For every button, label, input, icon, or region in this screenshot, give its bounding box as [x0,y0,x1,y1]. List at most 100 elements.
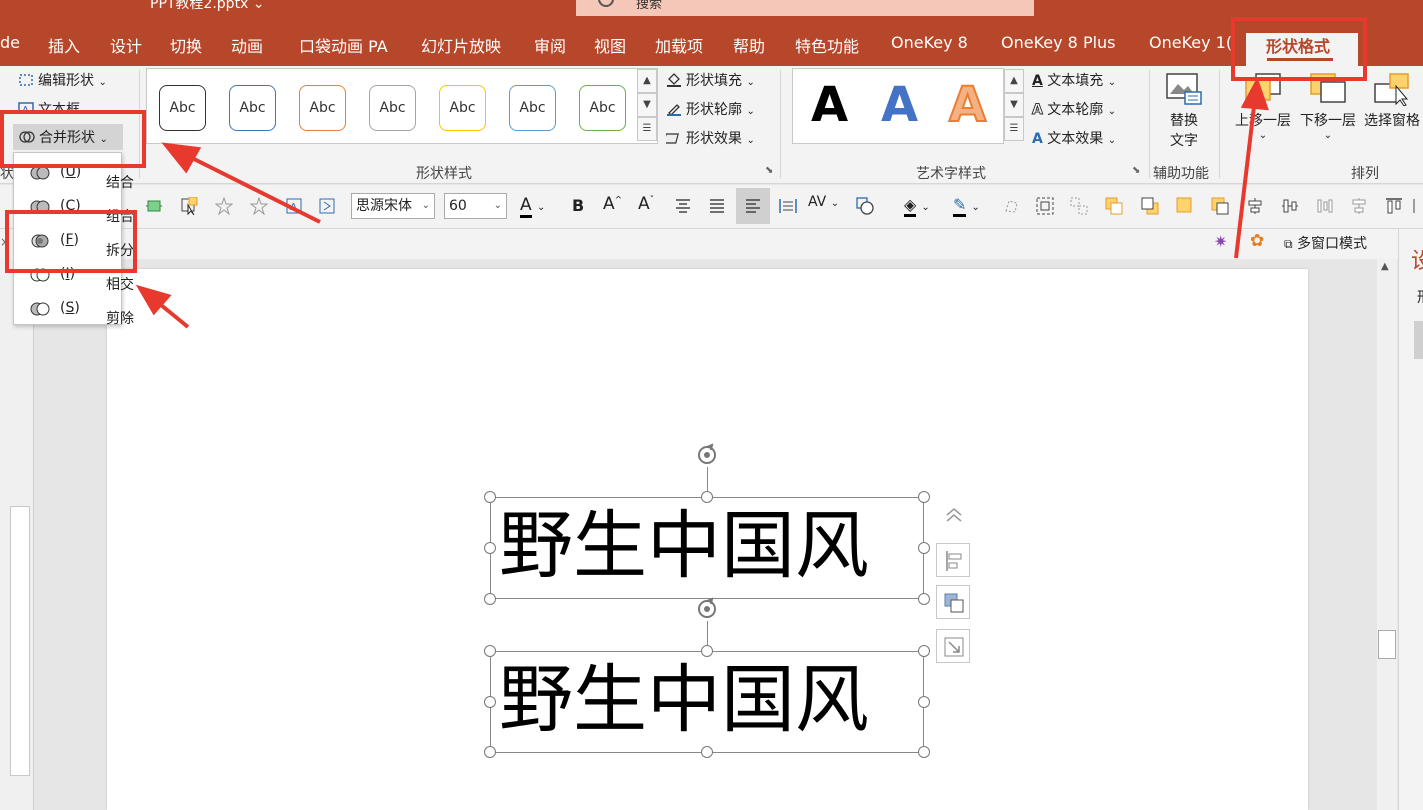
rotate-handle-icon[interactable] [695,597,719,621]
shape-style-swatch[interactable]: Abc [229,85,276,131]
tab-view[interactable]: 视图 [594,33,626,57]
tab-design[interactable]: 设计 [110,33,142,57]
text-effects-button[interactable]: A 文本效果 ⌄ [1032,128,1116,148]
settings-gear-icon[interactable]: ✿ [1250,231,1264,251]
multi-window-mode-button[interactable]: ⧉ 多窗口模式 [1284,233,1367,253]
resize-handle[interactable] [484,746,496,758]
document-title[interactable]: PPT教程2.pptx ⌄ [150,0,265,13]
ungroup-icon[interactable] [1070,197,1088,215]
font-color-icon[interactable]: A ⌄ [520,195,545,218]
star-outline-icon[interactable] [215,197,233,215]
dialog-launcher-icon[interactable]: ⬊ [1132,165,1140,176]
shape-style-swatch[interactable]: Abc [509,85,556,131]
star-half-icon[interactable] [250,197,268,215]
tab-onekey-8[interactable]: OneKey 8 [891,33,968,52]
align-top-icon[interactable] [1246,197,1264,215]
dialog-launcher-icon[interactable]: ⬊ [765,165,773,176]
shape-style-swatch[interactable]: Abc [579,85,626,131]
font-name-select[interactable]: 思源宋体 ⌄ [351,193,435,219]
font-size-select[interactable]: 60 ⌄ [444,193,507,219]
wordart-up-button[interactable]: ▲ [1004,69,1024,93]
shape-style-swatch[interactable]: Abc [439,85,486,131]
send-backward-button[interactable]: 下移一层 ⌄ [1297,72,1359,141]
resize-handle[interactable] [918,696,930,708]
tab-slideshow[interactable]: 幻灯片放映 [421,33,501,57]
gallery-more-button[interactable]: ☰ [637,117,657,141]
resize-handle[interactable] [918,746,930,758]
scroll-up-icon[interactable]: ▲ [1381,261,1389,272]
wordart-style-black[interactable]: A [811,77,848,133]
rotate-handle-icon[interactable] [695,443,719,467]
resize-handle[interactable] [701,746,713,758]
tab-help[interactable]: 帮助 [733,33,765,57]
resize-handle[interactable] [484,645,496,657]
arrange-quick-button[interactable] [936,585,970,619]
edit-points-icon[interactable] [1003,197,1021,215]
shape-effects-button[interactable]: 形状效果 ⌄ [666,128,755,148]
tab-transitions[interactable]: 切换 [170,33,202,57]
bring-forward-small-icon[interactable] [1176,197,1194,215]
collapse-quick-tools-button[interactable] [936,498,970,532]
tab-onekey-8-plus[interactable]: OneKey 8 Plus [1001,33,1116,52]
send-to-back-icon[interactable] [1141,197,1159,215]
wordart-more-button[interactable]: ☰ [1004,117,1024,141]
more-icon[interactable] [1412,197,1423,215]
bring-to-front-icon[interactable] [1105,197,1123,215]
align-middle-icon[interactable] [145,197,163,215]
tab-animations[interactable]: 动画 [231,33,263,57]
resize-handle[interactable] [918,491,930,503]
wordart-style-orange[interactable]: A [948,76,987,134]
gallery-down-button[interactable]: ▼ [637,93,657,117]
tab-addins[interactable]: 加载项 [655,33,703,57]
line-spacing-icon[interactable] [779,197,797,215]
send-backward-small-icon[interactable] [1211,197,1229,215]
shape-style-swatch[interactable]: Abc [299,85,346,131]
decrease-font-icon[interactable]: Aˇ [638,194,654,214]
tab-onekey-10[interactable]: OneKey 1( [1149,33,1232,52]
resize-handle[interactable] [484,696,496,708]
insert-shape-icon[interactable] [856,197,874,215]
tab-features[interactable]: 特色功能 [795,33,859,57]
increase-font-icon[interactable]: A^ [603,194,622,214]
fill-color-icon[interactable]: ◈ ⌄ [904,195,930,217]
wordart-style-blue[interactable]: A [881,77,918,133]
text-box-1[interactable]: 野生中国风 [490,497,924,599]
select-shape-icon[interactable] [180,197,198,215]
outline-color-icon[interactable]: ✎ ⌄ [953,195,980,217]
group-icon[interactable] [1036,197,1054,215]
resize-handle[interactable] [701,645,713,657]
align-top-edge-icon[interactable] [1385,197,1403,215]
align-center-icon[interactable] [674,197,692,215]
bold-icon[interactable]: B [572,196,584,215]
bring-forward-button[interactable]: 上移一层 ⌄ [1232,72,1294,141]
shape-style-swatch[interactable]: Abc [159,85,206,131]
distribute-horizontal-icon[interactable] [1316,197,1334,215]
tab-pocket-animation[interactable]: 口袋动画 PA [299,33,388,57]
resize-handle[interactable] [918,645,930,657]
text-outline-button[interactable]: A 文本轮廓 ⌄ [1032,99,1117,119]
text-direction-icon[interactable] [318,197,336,215]
selection-pane-button[interactable]: 选择窗格 [1361,72,1423,130]
magic-wand-icon[interactable]: ✷ [1214,232,1227,251]
distribute-vertical-icon[interactable] [1350,197,1368,215]
tab-slide-show-home[interactable]: de [0,33,20,52]
justify-icon[interactable] [708,197,726,215]
resize-handle[interactable] [484,491,496,503]
character-spacing-icon[interactable]: AV ⌄ [808,194,839,210]
align-left-button[interactable] [736,188,770,224]
align-quick-button[interactable] [936,543,970,577]
shape-outline-button[interactable]: 形状轮廓 ⌄ [666,99,755,119]
resize-handle[interactable] [918,593,930,605]
search-box[interactable]: 搜索 [576,0,1034,16]
resize-handle[interactable] [484,542,496,554]
resize-handle[interactable] [701,491,713,503]
resize-handle[interactable] [918,542,930,554]
shape-fill-button[interactable]: 形状填充 ⌄ [666,70,755,90]
shape-style-swatch[interactable]: Abc [369,85,416,131]
gallery-up-button[interactable]: ▲ [637,69,657,93]
edit-shape-button[interactable]: 编辑形状 ⌄ [18,70,107,90]
design-pane-item[interactable] [1414,321,1423,359]
scrollbar-thumb[interactable] [1378,630,1396,659]
tab-insert[interactable]: 插入 [48,33,80,57]
vertical-scrollbar[interactable]: ▲ [1377,259,1397,810]
